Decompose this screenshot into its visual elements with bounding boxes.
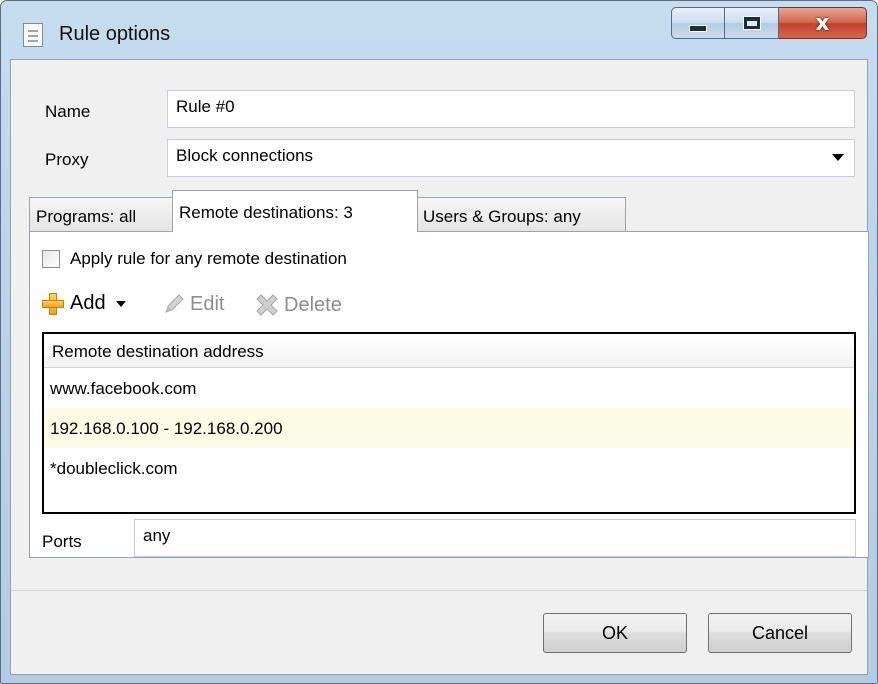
add-button[interactable]: Add: [42, 292, 126, 315]
title-bar[interactable]: Rule options x: [1, 1, 877, 59]
delete-x-icon: [256, 294, 278, 316]
proxy-selected-value: Block connections: [176, 146, 314, 165]
tab-remote-destinations-label: Remote destinations: 3: [179, 203, 353, 222]
maximize-button[interactable]: [725, 7, 779, 39]
edit-label: Edit: [190, 292, 225, 315]
name-label: Name: [45, 102, 91, 121]
proxy-label: Proxy: [45, 150, 89, 169]
caption-buttons: x: [671, 7, 867, 41]
proxy-combobox[interactable]: Block connections: [167, 139, 855, 177]
dialog-client-area: Name Rule #0 Proxy Block connections Pro…: [10, 59, 869, 675]
delete-button[interactable]: Delete: [254, 292, 342, 318]
pencil-icon: [165, 294, 184, 313]
column-header-address[interactable]: Remote destination address: [44, 334, 854, 368]
window-title: Rule options: [59, 23, 171, 45]
apply-any-checkbox[interactable]: [42, 250, 60, 268]
remote-destinations-panel: Apply rule for any remote destination Ad…: [29, 231, 869, 558]
minimize-icon: [689, 24, 707, 32]
ports-input-value: any: [143, 526, 171, 545]
remote-destinations-list[interactable]: Remote destination address www.facebook.…: [42, 332, 856, 514]
close-button[interactable]: x: [779, 7, 867, 39]
ports-label: Ports: [42, 532, 82, 551]
ports-input[interactable]: any: [134, 519, 856, 557]
minimize-button[interactable]: [671, 7, 725, 39]
apply-any-label[interactable]: Apply rule for any remote destination: [70, 249, 347, 269]
chevron-down-icon: [832, 154, 844, 161]
maximize-icon: [742, 16, 761, 30]
rule-options-window: Rule options x Name Rule #0 Proxy Block …: [0, 0, 878, 684]
delete-label: Delete: [284, 293, 342, 316]
edit-button[interactable]: Edit: [162, 292, 224, 316]
plus-icon: [42, 292, 64, 315]
name-input-value: Rule #0: [176, 97, 235, 116]
name-input[interactable]: Rule #0: [167, 90, 855, 128]
list-item[interactable]: *doubleclick.com: [44, 448, 854, 488]
ok-button[interactable]: OK: [543, 613, 687, 653]
document-icon: [23, 23, 43, 47]
list-item[interactable]: www.facebook.com: [44, 368, 854, 408]
tab-programs[interactable]: Programs: all: [29, 197, 174, 232]
chevron-down-icon: [115, 300, 126, 307]
tab-programs-label: Programs: all: [36, 207, 137, 226]
divider: [11, 590, 867, 591]
cancel-button[interactable]: Cancel: [708, 613, 852, 653]
close-icon: x: [815, 10, 830, 36]
tab-users-groups-label: Users & Groups: any: [423, 207, 581, 226]
add-label: Add: [70, 292, 106, 314]
list-item[interactable]: 192.168.0.100 - 192.168.0.200: [44, 408, 854, 448]
tab-users-groups[interactable]: Users & Groups: any: [416, 197, 626, 232]
tab-remote-destinations[interactable]: Remote destinations: 3: [172, 190, 418, 232]
